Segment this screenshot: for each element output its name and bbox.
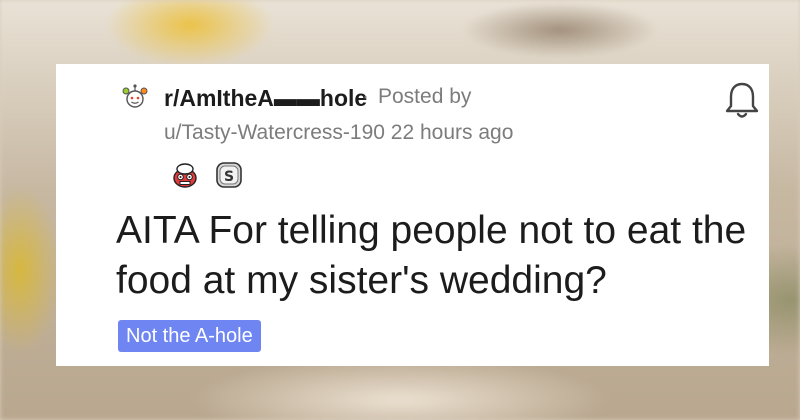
- svg-text:S: S: [224, 169, 234, 185]
- post-timestamp[interactable]: 22 hours ago: [391, 121, 514, 144]
- subreddit-link[interactable]: r/AmItheA▬▬hole: [164, 85, 367, 112]
- silver-s-award-icon[interactable]: S: [214, 160, 244, 190]
- username-link[interactable]: u/Tasty-Watercress-190: [164, 121, 385, 144]
- bell-icon[interactable]: [722, 78, 762, 122]
- posted-by-label: Posted by: [378, 85, 472, 108]
- helmet-face-award-icon[interactable]: [170, 160, 200, 190]
- subreddit-icon[interactable]: [120, 82, 150, 112]
- author-line: u/Tasty-Watercress-190 22 hours ago: [164, 121, 513, 145]
- post-card[interactable]: r/AmItheA▬▬hole · Posted by u/Tasty-Wate…: [56, 64, 769, 366]
- awards-row: S: [170, 160, 244, 190]
- meta-separator: ·: [362, 85, 369, 108]
- post-title[interactable]: AITA For telling people not to eat the f…: [116, 206, 756, 306]
- post-flair-badge[interactable]: Not the A-hole: [118, 320, 261, 352]
